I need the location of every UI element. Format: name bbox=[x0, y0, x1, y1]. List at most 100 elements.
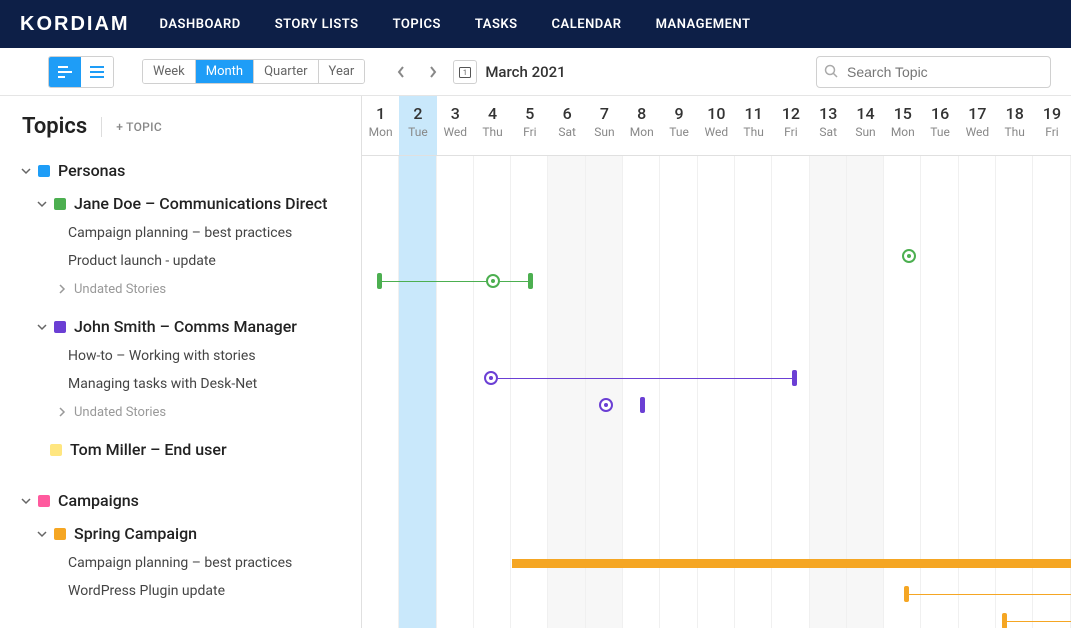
chevron-right-icon bbox=[56, 283, 70, 295]
range-year[interactable]: Year bbox=[319, 60, 365, 83]
day-number: 18 bbox=[996, 104, 1033, 123]
bar-end-cap[interactable] bbox=[528, 273, 533, 289]
view-list-button[interactable] bbox=[81, 57, 113, 87]
day-name: Mon bbox=[362, 125, 399, 139]
day-header[interactable]: 19Fri bbox=[1033, 96, 1070, 155]
range-quarter[interactable]: Quarter bbox=[254, 60, 318, 83]
campaign-label: Spring Campaign bbox=[74, 524, 197, 543]
story-item[interactable]: Managing tasks with Desk-Net bbox=[0, 370, 361, 398]
day-name: Wed bbox=[698, 125, 735, 139]
calendar-today-icon: 1 bbox=[458, 65, 472, 79]
bar-cap[interactable] bbox=[640, 397, 645, 413]
day-header[interactable]: 3Wed bbox=[437, 96, 474, 155]
day-number: 1 bbox=[362, 104, 399, 123]
day-header[interactable]: 13Sat bbox=[810, 96, 847, 155]
day-number: 14 bbox=[847, 104, 884, 123]
prev-period-button[interactable] bbox=[389, 60, 413, 84]
day-number: 10 bbox=[698, 104, 735, 123]
chevron-down-icon bbox=[20, 165, 34, 177]
group-label: Personas bbox=[58, 161, 125, 180]
nav-topics[interactable]: TOPICS bbox=[393, 17, 441, 32]
day-header[interactable]: 6Sat bbox=[548, 96, 585, 155]
top-nav: KORDIAM DASHBOARD STORY LISTS TOPICS TAS… bbox=[0, 0, 1071, 48]
day-header[interactable]: 17Wed bbox=[959, 96, 996, 155]
undated-stories[interactable]: Undated Stories bbox=[0, 275, 361, 303]
day-number: 8 bbox=[623, 104, 660, 123]
day-header[interactable]: 7Sun bbox=[586, 96, 623, 155]
nav-tasks[interactable]: TASKS bbox=[475, 17, 518, 32]
timeline-bar[interactable] bbox=[512, 559, 1071, 568]
timeline-bar[interactable] bbox=[382, 281, 532, 282]
timeline-body[interactable] bbox=[362, 156, 1071, 628]
day-name: Thu bbox=[996, 125, 1033, 139]
view-toggle bbox=[48, 56, 114, 88]
persona-tom[interactable]: Tom Miller – End user bbox=[0, 434, 361, 465]
story-item[interactable]: Campaign planning – best practices bbox=[0, 219, 361, 247]
sidebar-title: Topics bbox=[22, 114, 87, 139]
view-gantt-button[interactable] bbox=[49, 57, 81, 87]
nav-dashboard[interactable]: DASHBOARD bbox=[160, 17, 241, 32]
day-header[interactable]: 2Tue bbox=[399, 96, 436, 155]
day-number: 6 bbox=[548, 104, 585, 123]
group-personas[interactable]: Personas bbox=[0, 153, 361, 188]
add-topic-button[interactable]: + TOPIC bbox=[116, 120, 162, 134]
group-campaigns[interactable]: Campaigns bbox=[0, 483, 361, 518]
persona-jane[interactable]: Jane Doe – Communications Direct bbox=[0, 188, 361, 219]
sidebar-header: Topics + TOPIC bbox=[0, 96, 361, 153]
day-header[interactable]: 4Thu bbox=[474, 96, 511, 155]
day-name: Sun bbox=[586, 125, 623, 139]
day-header[interactable]: 16 Tue bbox=[921, 96, 958, 155]
next-period-button[interactable] bbox=[421, 60, 445, 84]
day-header[interactable]: 8Mon bbox=[623, 96, 660, 155]
day-name: Tue bbox=[660, 125, 697, 139]
milestone-icon[interactable] bbox=[484, 371, 498, 385]
day-name: Thu bbox=[735, 125, 772, 139]
persona-label: Tom Miller – End user bbox=[70, 440, 227, 459]
persona-label: John Smith – Comms Manager bbox=[74, 317, 297, 336]
day-header[interactable]: 5Fri bbox=[511, 96, 548, 155]
timeline-bar[interactable] bbox=[1007, 621, 1071, 622]
day-header[interactable]: 9 Tue bbox=[660, 96, 697, 155]
story-item[interactable]: WordPress Plugin update bbox=[0, 577, 361, 605]
divider bbox=[101, 117, 102, 137]
chevron-down-icon bbox=[36, 198, 50, 210]
milestone-icon[interactable] bbox=[486, 274, 500, 288]
day-number: 16 bbox=[921, 104, 958, 123]
story-item[interactable]: How-to – Working with stories bbox=[0, 342, 361, 370]
day-header[interactable]: 18 Thu bbox=[996, 96, 1033, 155]
bar-end-cap[interactable] bbox=[792, 370, 797, 386]
day-number: 3 bbox=[437, 104, 474, 123]
nav-management[interactable]: MANAGEMENT bbox=[656, 17, 751, 32]
day-number: 9 bbox=[660, 104, 697, 123]
chevron-left-icon bbox=[396, 65, 406, 79]
day-header[interactable]: 1 Mon bbox=[362, 96, 399, 155]
day-header[interactable]: 12Fri bbox=[772, 96, 809, 155]
search-box bbox=[816, 56, 1051, 88]
timeline-bar[interactable] bbox=[498, 378, 794, 379]
search-input[interactable] bbox=[816, 56, 1051, 88]
day-header[interactable]: 15Mon bbox=[884, 96, 921, 155]
range-week[interactable]: Week bbox=[143, 60, 196, 83]
campaign-spring[interactable]: Spring Campaign bbox=[0, 518, 361, 549]
undated-stories[interactable]: Undated Stories bbox=[0, 398, 361, 426]
timeline-header: 1Mon2Tue3Wed4Thu5Fri6Sat7Sun8Mon9Tue10We… bbox=[362, 96, 1071, 156]
nav-story-lists[interactable]: STORY LISTS bbox=[275, 17, 359, 32]
story-item[interactable]: Campaign planning – best practices bbox=[0, 549, 361, 577]
persona-john[interactable]: John Smith – Comms Manager bbox=[0, 311, 361, 342]
topic-tree: Personas Jane Doe – Communications Direc… bbox=[0, 153, 361, 625]
timeline-bar[interactable] bbox=[909, 594, 1071, 595]
gantt-icon bbox=[56, 63, 74, 81]
day-header[interactable]: 14Sun bbox=[847, 96, 884, 155]
day-number: 2 bbox=[399, 104, 436, 123]
range-month[interactable]: Month bbox=[196, 60, 254, 83]
day-name: Tue bbox=[921, 125, 958, 139]
story-item[interactable]: Product launch - update bbox=[0, 247, 361, 275]
search-icon bbox=[824, 64, 838, 82]
day-header[interactable]: 10 Wed bbox=[698, 96, 735, 155]
milestone-icon[interactable] bbox=[599, 398, 613, 412]
today-button[interactable]: 1 bbox=[453, 60, 477, 84]
day-header[interactable]: 11Thu bbox=[735, 96, 772, 155]
day-number: 17 bbox=[959, 104, 996, 123]
nav-calendar[interactable]: CALENDAR bbox=[552, 17, 622, 32]
milestone-icon[interactable] bbox=[902, 249, 916, 263]
